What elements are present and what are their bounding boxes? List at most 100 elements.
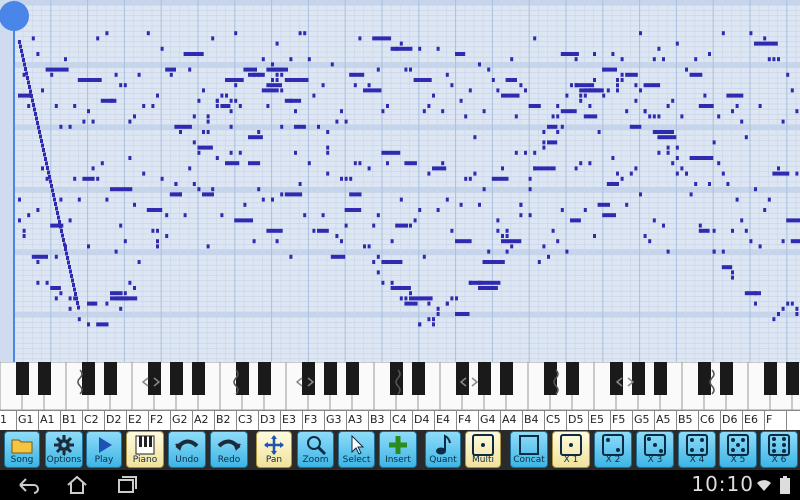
note	[505, 228, 509, 233]
x3-button[interactable]: X 3	[636, 431, 674, 468]
note	[165, 234, 169, 238]
song-button[interactable]: Song	[4, 431, 40, 468]
cursor-icon	[339, 434, 374, 456]
note-label: D5	[568, 413, 584, 426]
note	[574, 83, 578, 88]
note	[381, 260, 403, 264]
system-navbar: 10:10	[0, 470, 800, 500]
black-key	[654, 362, 667, 395]
note	[284, 98, 302, 103]
note	[703, 93, 707, 98]
back-icon[interactable]	[14, 475, 40, 499]
note-label: B5	[678, 413, 693, 426]
x6-button[interactable]: X 6	[760, 431, 798, 468]
insert-button[interactable]: Insert	[379, 431, 417, 468]
note	[528, 213, 532, 218]
pan-button[interactable]: Pan	[256, 431, 292, 468]
note-label: A3	[348, 413, 363, 426]
note	[326, 130, 330, 134]
note	[266, 228, 283, 233]
note	[275, 78, 279, 82]
piano-roll-grid[interactable]	[0, 0, 800, 362]
note-label: B3	[370, 413, 385, 426]
note	[20, 49, 23, 53]
undo-button[interactable]: Undo	[168, 431, 206, 468]
home-icon[interactable]	[66, 475, 88, 499]
x2-button[interactable]: X 2	[594, 431, 632, 468]
note	[156, 93, 159, 98]
note	[731, 270, 734, 275]
note	[542, 130, 546, 134]
note	[289, 254, 293, 259]
note	[478, 286, 498, 290]
note-label: C5	[546, 413, 561, 426]
note	[77, 305, 80, 310]
x4-button[interactable]: X 4	[678, 431, 716, 468]
note	[91, 301, 95, 306]
note	[620, 176, 624, 181]
note	[211, 36, 215, 41]
x5-button[interactable]: X 5	[719, 431, 757, 468]
note	[399, 197, 403, 202]
black-key	[16, 362, 29, 395]
note	[634, 166, 638, 171]
piano-button[interactable]: Piano	[126, 431, 164, 468]
note	[432, 166, 447, 171]
quant-button-label: Quant	[429, 455, 457, 465]
piano-keys[interactable]	[0, 362, 800, 410]
note	[386, 161, 389, 166]
multi-button[interactable]: Multi	[465, 431, 501, 468]
note	[123, 239, 127, 244]
note	[22, 228, 26, 233]
x1-button[interactable]: X 1	[552, 431, 590, 468]
note	[597, 130, 601, 134]
multi-button-label: Multi	[472, 455, 494, 465]
note-label: G4	[480, 413, 496, 426]
note	[570, 83, 573, 88]
black-key	[456, 362, 469, 395]
note	[404, 161, 417, 166]
concat-button[interactable]: Concat	[510, 431, 548, 468]
playhead-handle[interactable]	[0, 1, 29, 31]
note	[675, 156, 679, 160]
note	[63, 242, 66, 247]
x4-button-label: X 4	[689, 455, 705, 465]
note	[229, 109, 233, 114]
note-grid[interactable]	[0, 0, 800, 362]
note	[703, 156, 707, 160]
note	[67, 260, 70, 265]
note	[616, 83, 619, 88]
quant-button[interactable]: Quant	[425, 431, 461, 468]
note	[73, 176, 77, 181]
magnifier-icon	[298, 434, 333, 456]
note	[372, 260, 376, 264]
note	[142, 104, 146, 108]
note	[652, 114, 656, 119]
note	[294, 109, 297, 114]
play-button[interactable]: Play	[86, 431, 122, 468]
redo-button[interactable]: Redo	[210, 431, 248, 468]
note	[56, 211, 59, 215]
note	[87, 322, 90, 327]
note	[18, 218, 21, 223]
note	[505, 249, 509, 254]
note	[450, 83, 454, 88]
note	[712, 140, 716, 145]
note	[257, 130, 261, 134]
options-button[interactable]: Options	[45, 431, 83, 468]
note	[579, 98, 583, 103]
note	[77, 197, 81, 202]
note	[77, 78, 102, 82]
zoom-button[interactable]: Zoom	[297, 431, 334, 468]
black-key	[38, 362, 51, 395]
x2-button-label: X 2	[605, 455, 621, 465]
note	[708, 52, 711, 56]
select-button[interactable]: Select	[338, 431, 375, 468]
note	[252, 72, 256, 77]
note	[556, 104, 560, 108]
note	[524, 88, 527, 93]
note	[59, 124, 63, 129]
recent-apps-icon[interactable]	[116, 475, 138, 499]
piano-keyboard[interactable]: 1 G1 A1 B1 C2 D2 E2 F2 G2 A2 B2 C3 D3 E3 F3 G3 A3 B3 C4 D4 E…	[0, 362, 800, 430]
note	[721, 265, 733, 270]
